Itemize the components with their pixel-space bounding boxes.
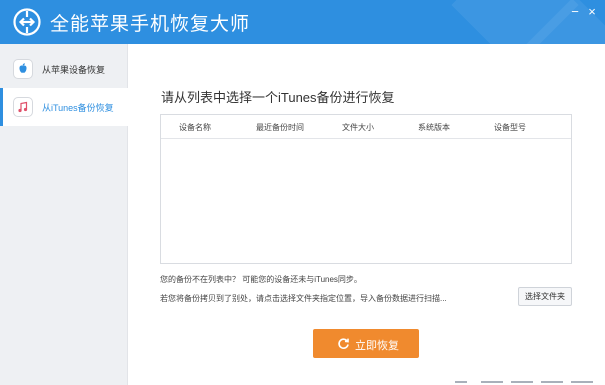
recover-now-button[interactable]: 立即恢复 bbox=[313, 329, 419, 358]
sidebar: 从苹果设备恢复 从iTunes备份恢复 bbox=[0, 44, 128, 385]
backup-table[interactable]: 设备名称 最近备份时间 文件大小 系统版本 设备型号 bbox=[160, 114, 572, 264]
app-title: 全能苹果手机恢复大师 bbox=[50, 14, 251, 35]
sidebar-item-label: 从苹果设备恢复 bbox=[42, 65, 106, 75]
refresh-icon bbox=[338, 338, 349, 349]
table-header: 设备名称 最近备份时间 文件大小 系统版本 设备型号 bbox=[161, 115, 571, 139]
app-logo-icon bbox=[13, 8, 41, 36]
column-header-backup-time[interactable]: 最近备份时间 bbox=[256, 122, 304, 133]
close-button[interactable]: × bbox=[585, 5, 599, 19]
hint-not-listed: 您的备份不在列表中？ 可能您的设备还未与iTunes同步。 bbox=[160, 275, 362, 284]
column-header-file-size[interactable]: 文件大小 bbox=[342, 122, 374, 133]
footer-decoration bbox=[455, 378, 600, 385]
active-indicator bbox=[0, 88, 3, 126]
page-title: 请从列表中选择一个iTunes备份进行恢复 bbox=[161, 90, 395, 105]
title-bar: 全能苹果手机恢复大师 − × bbox=[0, 0, 605, 44]
minimize-button[interactable]: − bbox=[568, 5, 582, 19]
column-header-device-name[interactable]: 设备名称 bbox=[179, 122, 211, 133]
select-folder-button[interactable]: 选择文件夹 bbox=[518, 287, 572, 306]
recover-button-label: 立即恢复 bbox=[355, 340, 399, 352]
apple-icon bbox=[13, 59, 33, 79]
itunes-music-icon bbox=[13, 97, 33, 117]
column-header-system-version[interactable]: 系统版本 bbox=[418, 122, 450, 133]
sidebar-item-itunes-recovery[interactable]: 从iTunes备份恢复 bbox=[0, 88, 128, 126]
hint-select-folder: 若您将备份拷贝到了别处，请点击选择文件夹指定位置，导入备份数据进行扫描... bbox=[160, 294, 447, 303]
column-header-device-model[interactable]: 设备型号 bbox=[494, 122, 526, 133]
sidebar-item-device-recovery[interactable]: 从苹果设备恢复 bbox=[0, 50, 128, 88]
sidebar-item-label: 从iTunes备份恢复 bbox=[42, 103, 114, 113]
